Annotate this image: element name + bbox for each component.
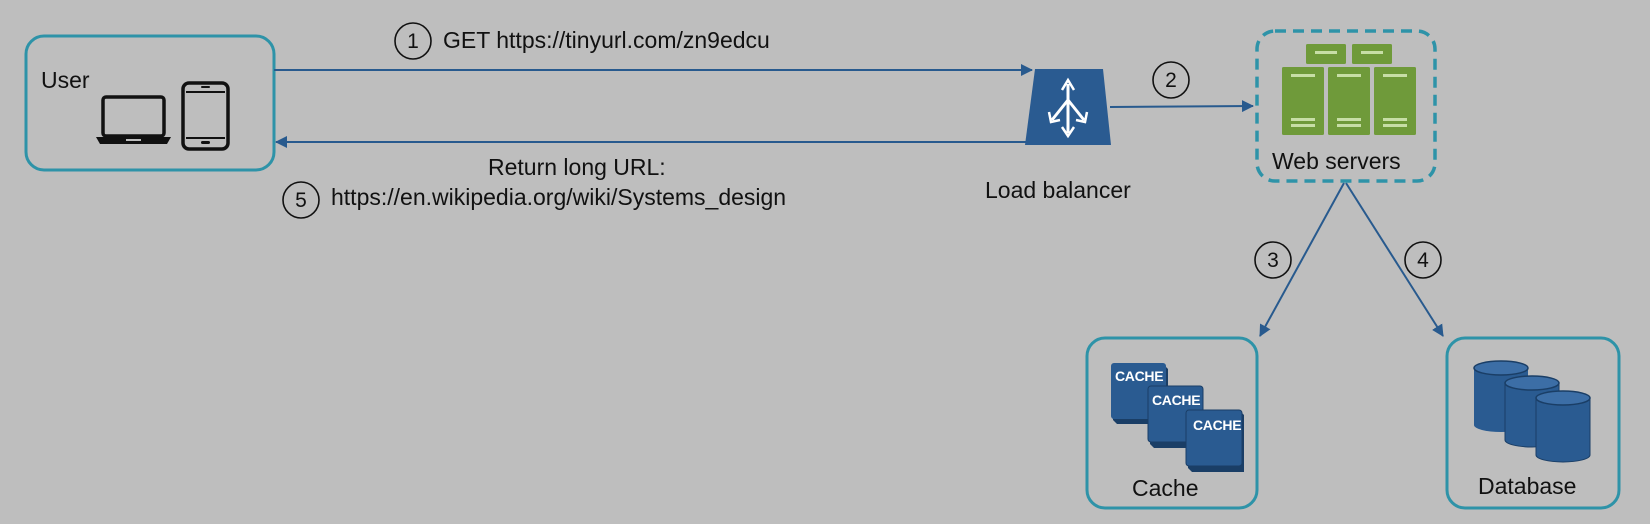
load-balancer-label: Load balancer [985, 177, 1131, 203]
edge-2-forward: 2 [1109, 61, 1254, 113]
database-cylinders-icon [1473, 360, 1591, 463]
step-3-number: 3 [1267, 249, 1279, 272]
database-label: Database [1478, 473, 1576, 499]
step-2-number: 2 [1165, 69, 1177, 92]
tablet-icon [181, 81, 230, 151]
edge-3-cache: 3 [1254, 182, 1345, 337]
architecture-diagram: User 1 GET https://tinyurl.com/zn9edcu R… [24, 22, 1621, 510]
laptop-icon [96, 95, 171, 144]
cache-tile-2: CACHE [1152, 392, 1200, 408]
cache-tile-1: CACHE [1115, 368, 1163, 384]
web-servers-node[interactable]: Web servers [1255, 29, 1437, 183]
cache-label: Cache [1132, 475, 1198, 501]
edge-4-database: 4 [1345, 182, 1444, 337]
cache-tile-3: CACHE [1193, 417, 1241, 433]
load-balancer-icon [1025, 69, 1111, 145]
edge-5-response: Return long URL: 5 https://en.wikipedia.… [275, 136, 1027, 219]
edge-1-request: 1 GET https://tinyurl.com/zn9edcu [274, 22, 1033, 76]
database-node[interactable]: Database [1445, 336, 1621, 510]
server-rack-icon [1282, 44, 1416, 135]
load-balancer-node[interactable]: Load balancer [985, 69, 1131, 203]
step-5-number: 5 [295, 189, 307, 212]
user-label: User [41, 67, 90, 93]
edge-5-label-line1: Return long URL: [488, 154, 666, 180]
edge-5-label-line2: https://en.wikipedia.org/wiki/Systems_de… [331, 184, 786, 210]
web-servers-label: Web servers [1272, 148, 1401, 174]
cache-node[interactable]: CACHE CACHE CACHE Cache [1085, 336, 1259, 510]
edge-1-label: GET https://tinyurl.com/zn9edcu [443, 27, 770, 53]
user-node[interactable]: User [24, 34, 276, 172]
step-4-number: 4 [1417, 249, 1429, 272]
cache-stack-icon: CACHE CACHE CACHE [1111, 363, 1244, 472]
step-1-number: 1 [407, 30, 419, 53]
